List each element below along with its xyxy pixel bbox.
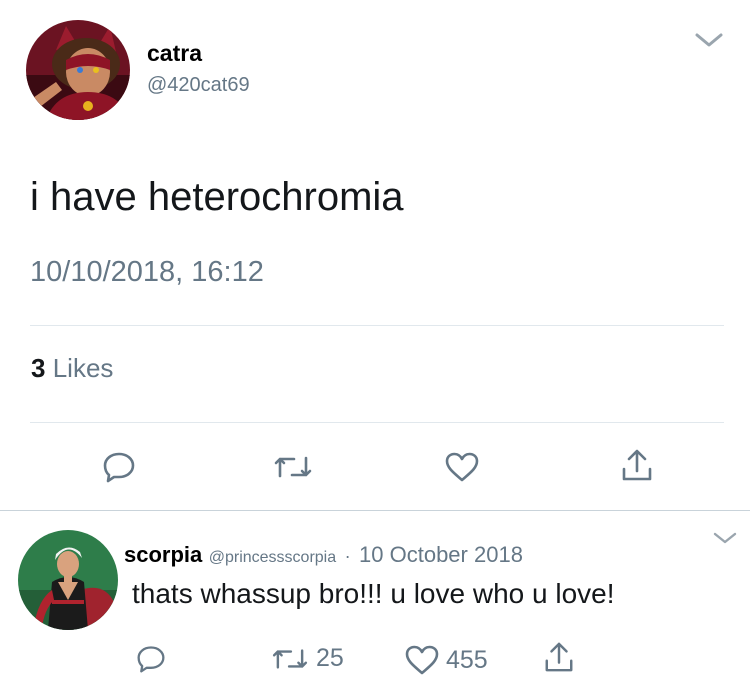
- reply-icon[interactable]: [102, 450, 136, 484]
- retweet-icon: [270, 645, 310, 673]
- reply-separator: ·: [344, 546, 351, 566]
- likes-stat[interactable]: 3 Likes: [31, 353, 113, 384]
- author-handle[interactable]: @420cat69: [147, 74, 250, 97]
- like-count: 455: [446, 645, 488, 674]
- share-icon[interactable]: [543, 640, 575, 674]
- tweet-text: i have heterochromia: [30, 175, 404, 219]
- like-icon: [404, 644, 440, 676]
- tweet-timestamp[interactable]: 10/10/2018, 16:12: [30, 256, 264, 289]
- reply-retweet[interactable]: 25: [270, 644, 344, 673]
- likes-label: Likes: [52, 353, 114, 383]
- likes-count: 3: [31, 353, 46, 383]
- like-icon[interactable]: [444, 451, 480, 483]
- divider: [30, 422, 724, 423]
- reply-handle[interactable]: @princessscorpia: [209, 549, 336, 566]
- retweet-icon[interactable]: [272, 452, 314, 482]
- reply-like[interactable]: 455: [404, 644, 488, 676]
- reply-date[interactable]: 10 October 2018: [359, 542, 523, 567]
- section-divider: [0, 510, 750, 511]
- avatar-catra[interactable]: [26, 20, 130, 120]
- reply-display-name[interactable]: scorpia: [124, 542, 202, 567]
- reply-header: scorpia @princessscorpia · 10 October 20…: [124, 542, 523, 568]
- divider: [30, 325, 724, 326]
- reply-icon[interactable]: [136, 644, 166, 674]
- author-display-name[interactable]: catra: [147, 40, 202, 67]
- chevron-down-icon[interactable]: [712, 530, 738, 546]
- share-icon[interactable]: [620, 447, 654, 483]
- retweet-count: 25: [316, 644, 344, 672]
- avatar-scorpia[interactable]: [18, 530, 118, 630]
- chevron-down-icon[interactable]: [694, 30, 724, 50]
- reply-text: thats whassup bro!!! u love who u love!: [132, 578, 615, 609]
